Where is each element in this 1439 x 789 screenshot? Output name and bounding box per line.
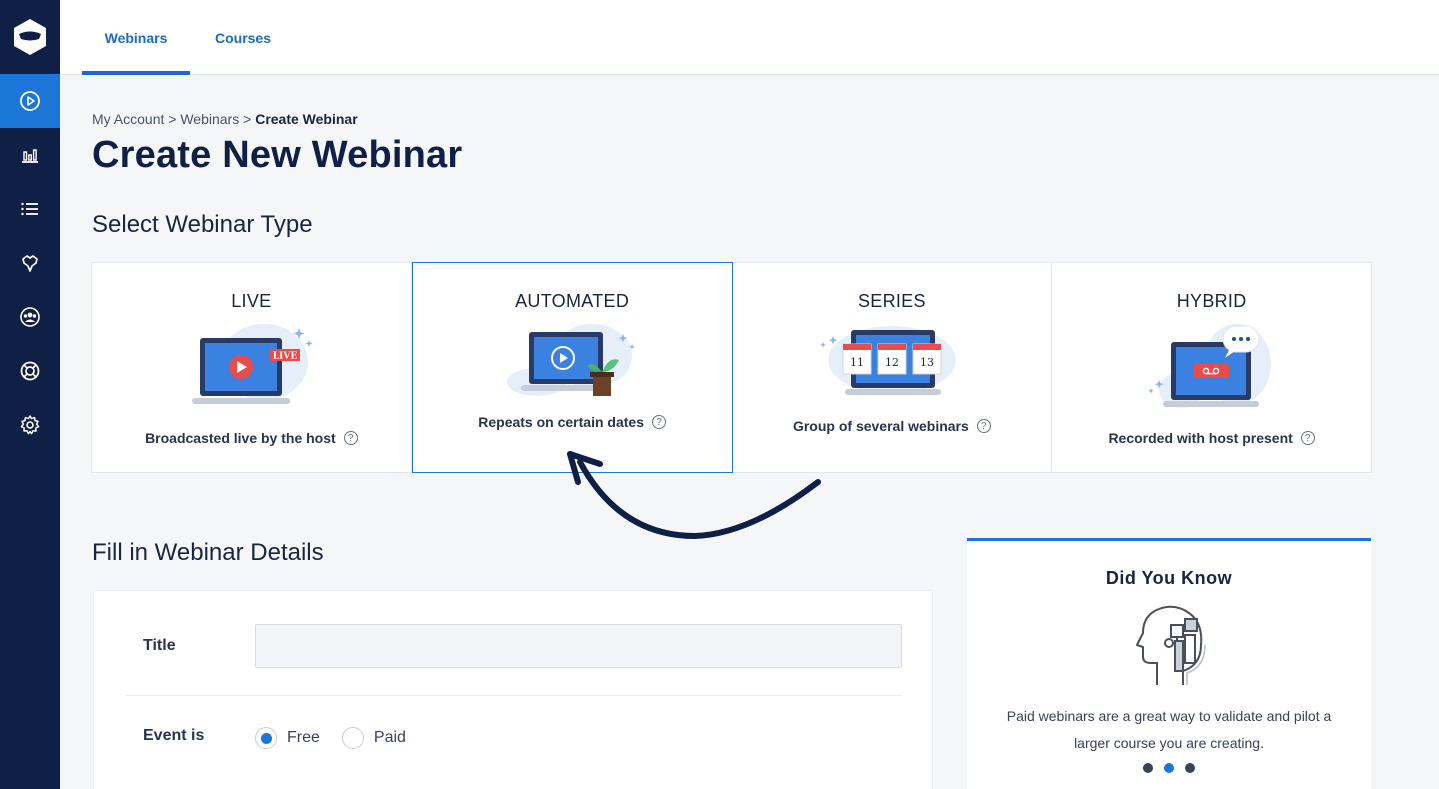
type-description: Recorded with host present ?	[1108, 430, 1315, 446]
page-title: Create New Webinar	[92, 134, 463, 176]
did-you-know-title: Did You Know	[1105, 568, 1233, 588]
type-name: HYBRID	[1176, 291, 1247, 311]
nav-integrations[interactable]	[0, 236, 60, 290]
title-label: Title	[143, 637, 176, 654]
users-group-icon	[20, 307, 40, 327]
divider	[126, 695, 902, 696]
type-description-text: Group of several webinars	[792, 418, 969, 434]
automated-laptop-icon	[507, 324, 635, 396]
breadcrumb-my-account[interactable]: My Account	[92, 111, 164, 127]
webinar-details-form: Title Event is Free Paid	[93, 590, 933, 789]
live-laptop-icon: LIVE	[192, 324, 313, 404]
series-calendar-laptop-icon: 11 12 13	[820, 326, 956, 395]
play-circle-icon	[20, 91, 40, 111]
type-name: LIVE	[231, 291, 272, 311]
section-title-type: Select Webinar Type	[92, 211, 313, 238]
puzzle-heart-icon	[22, 255, 38, 272]
calendar-date: 12	[885, 356, 899, 369]
nav-settings[interactable]	[0, 398, 60, 452]
nav-webinars[interactable]	[0, 74, 60, 128]
carousel-dot-active[interactable]	[1164, 763, 1174, 773]
radio-free-label: Free	[287, 729, 320, 746]
carousel-dot[interactable]	[1185, 763, 1195, 773]
type-description: Repeats on certain dates ?	[478, 414, 666, 430]
sidebar	[0, 0, 60, 789]
type-name: AUTOMATED	[515, 291, 630, 311]
breadcrumb-separator: >	[239, 111, 256, 127]
radio-paid[interactable]	[341, 727, 364, 749]
head-puzzle-icon	[1136, 605, 1206, 685]
annotation-arrow-icon	[567, 451, 821, 540]
app-logo[interactable]	[0, 0, 60, 74]
radio-free[interactable]	[255, 727, 277, 749]
calendar-date: 13	[920, 356, 934, 369]
type-card-hybrid[interactable]: HYBRID Recorded with host present ?	[1052, 263, 1371, 472]
nav-analytics[interactable]	[0, 128, 60, 182]
list-icon	[21, 202, 38, 216]
gear-icon	[20, 415, 40, 435]
tab-courses[interactable]: Courses	[200, 0, 286, 75]
calendar-date: 11	[850, 356, 864, 369]
ninja-logo-icon	[14, 19, 46, 55]
breadcrumb: My Account > Webinars > Create Webinar	[92, 111, 358, 127]
type-name: SERIES	[857, 291, 926, 311]
radio-paid-label: Paid	[373, 729, 406, 746]
event-type-label: Event is	[143, 727, 205, 744]
type-card-live[interactable]: LIVE LIVE Broadcasted live by the host ?	[92, 263, 412, 472]
bar-chart-icon	[22, 149, 38, 163]
breadcrumb-separator: >	[164, 111, 181, 127]
title-input[interactable]	[255, 624, 902, 668]
help-icon[interactable]: ?	[976, 419, 991, 433]
type-description: Broadcasted live by the host ?	[145, 430, 358, 446]
did-you-know-text: Paid webinars are a great way to validat…	[1006, 708, 1332, 751]
event-type-radio-group: Free Paid	[255, 727, 428, 749]
breadcrumb-webinars[interactable]: Webinars	[180, 111, 239, 127]
type-description-text: Broadcasted live by the host	[145, 430, 336, 446]
nav-audience[interactable]	[0, 290, 60, 344]
top-tab-bar: Webinars Courses	[60, 0, 1439, 75]
carousel-dot[interactable]	[1143, 763, 1153, 773]
webinar-type-selector: LIVE LIVE Broadcasted live by the host ?…	[91, 262, 1372, 473]
carousel-dots	[967, 763, 1371, 773]
live-badge: LIVE	[273, 352, 298, 362]
radio-option-free[interactable]: Free	[255, 727, 320, 749]
did-you-know-panel: Did You Know Paid webinars are a great w…	[967, 538, 1371, 789]
type-description-text: Recorded with host present	[1108, 430, 1293, 446]
hybrid-recording-laptop-icon	[1147, 324, 1271, 408]
help-icon[interactable]: ?	[651, 415, 666, 429]
type-card-automated[interactable]: AUTOMATED Repeats on certain dates ?	[411, 262, 733, 473]
section-title-details: Fill in Webinar Details	[92, 539, 324, 566]
help-icon[interactable]: ?	[343, 431, 358, 445]
type-description-text: Repeats on certain dates	[478, 414, 644, 430]
nav-support[interactable]	[0, 344, 60, 398]
breadcrumb-current: Create Webinar	[255, 111, 358, 127]
help-icon[interactable]: ?	[1300, 431, 1315, 445]
lifebuoy-icon	[20, 361, 40, 381]
nav-list[interactable]	[0, 182, 60, 236]
tab-webinars[interactable]: Webinars	[82, 0, 190, 75]
type-card-series[interactable]: SERIES 11 12 13 Group of several webinar…	[733, 263, 1053, 472]
type-description: Group of several webinars ?	[793, 418, 991, 434]
radio-option-paid[interactable]: Paid	[341, 727, 406, 749]
